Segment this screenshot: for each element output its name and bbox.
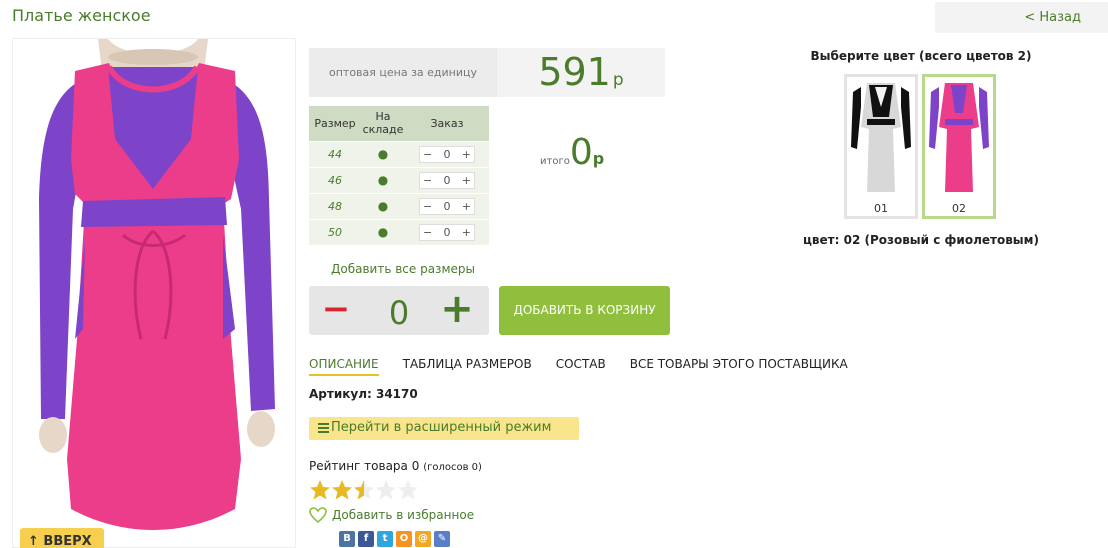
add-to-favorites[interactable]: Добавить в избранное — [309, 507, 474, 523]
tab-supplier-products[interactable]: ВСЕ ТОВАРЫ ЭТОГО ПОСТАВЩИКА — [630, 357, 848, 376]
color-swatches: 01 02 — [844, 74, 996, 219]
color-swatch-02[interactable]: 02 — [922, 74, 996, 219]
minus-icon[interactable]: − — [423, 226, 432, 239]
table-row: 48 ● −0 + — [309, 192, 489, 219]
odnoklassniki-icon[interactable]: О — [396, 531, 412, 547]
in-stock-dot-icon: ● — [361, 166, 405, 193]
swatch-number: 02 — [952, 202, 966, 215]
size-table: Размер На складе Заказ 44 ● −0 + 46 ● −0 +… — [309, 106, 489, 245]
stock-column-header: На складе — [361, 106, 405, 141]
rating-label: Рейтинг товара 0 — [309, 459, 420, 473]
stepper-value[interactable]: 0 — [444, 226, 451, 239]
size-value: 46 — [309, 166, 361, 193]
stepper-value[interactable]: 0 — [444, 148, 451, 161]
dress-image — [39, 39, 275, 530]
swatch-number: 01 — [874, 202, 888, 215]
tab-description[interactable]: ОПИСАНИЕ — [309, 357, 379, 376]
total-value: 0 — [569, 132, 593, 173]
quantity-stepper[interactable]: −0 + — [419, 223, 475, 241]
size-value: 44 — [309, 140, 361, 167]
quantity-stepper[interactable]: −0 + — [419, 197, 475, 215]
total-label: итого — [540, 156, 570, 167]
size-value: 50 — [309, 218, 361, 245]
heart-icon — [309, 507, 327, 523]
stepper-value[interactable]: 0 — [444, 200, 451, 213]
price-number: 591 — [538, 50, 611, 94]
rating: Рейтинг товара 0 (голосов 0) — [309, 459, 482, 473]
rating-votes: (голосов 0) — [423, 462, 482, 473]
tab-size-chart[interactable]: ТАБЛИЦА РАЗМЕРОВ — [403, 357, 532, 376]
plus-icon[interactable]: + — [462, 200, 471, 213]
back-link[interactable]: < Назад — [935, 2, 1108, 33]
quantity-control: − 0 + — [309, 286, 489, 335]
quantity-stepper[interactable]: −0 + — [419, 171, 475, 189]
table-row: 44 ● −0 + — [309, 140, 489, 167]
minus-icon[interactable]: − — [423, 148, 432, 161]
star-icon — [398, 480, 418, 500]
size-column-header: Размер — [309, 106, 361, 141]
scroll-top-button[interactable]: ↑ ВВЕРХ — [20, 528, 104, 548]
star-icon — [376, 480, 396, 500]
sku: Артикул: 34170 — [309, 387, 418, 401]
color-picker-title: Выберите цвет (всего цветов 2) — [810, 49, 1032, 63]
add-all-sizes-link[interactable]: Добавить все размеры — [331, 262, 475, 276]
price-box: оптовая цена за единицу 591 р — [309, 48, 665, 97]
plus-icon[interactable]: + — [462, 226, 471, 239]
qty-minus-button[interactable]: − — [321, 292, 351, 328]
price-value: 591 р — [497, 48, 665, 97]
star-icon — [332, 480, 352, 500]
facebook-icon[interactable]: f — [358, 531, 374, 547]
qty-plus-button[interactable]: + — [439, 289, 475, 330]
table-row: 46 ● −0 + — [309, 166, 489, 193]
plus-icon[interactable]: + — [462, 148, 471, 161]
table-row: 50 ● −0 + — [309, 218, 489, 245]
star-icons[interactable] — [309, 479, 421, 501]
page-title: Платье женское — [12, 6, 151, 25]
minus-icon[interactable]: − — [423, 174, 432, 187]
dress-thumbnail — [929, 83, 989, 192]
plus-icon[interactable]: + — [462, 174, 471, 187]
selected-color-label: цвет: 02 (Розовый с фиолетовым) — [803, 233, 1039, 247]
dress-thumbnail — [851, 83, 911, 192]
tab-composition[interactable]: СОСТАВ — [556, 357, 606, 376]
mailru-icon[interactable]: @ — [415, 531, 431, 547]
social-share: В f t О @ ✎ — [339, 531, 450, 547]
product-photo[interactable] — [12, 38, 296, 548]
color-swatch-01[interactable]: 01 — [844, 74, 918, 219]
livejournal-icon[interactable]: ✎ — [434, 531, 450, 547]
in-stock-dot-icon: ● — [361, 140, 405, 167]
rating-stars[interactable] — [309, 479, 421, 501]
product-tabs: ОПИСАНИЕ ТАБЛИЦА РАЗМЕРОВ СОСТАВ ВСЕ ТОВ… — [309, 357, 848, 376]
total-currency: р — [592, 149, 605, 168]
price-currency: р — [612, 70, 624, 90]
minus-icon[interactable]: − — [423, 200, 432, 213]
star-icon — [354, 480, 374, 500]
star-icon — [310, 480, 330, 500]
extended-mode-label: Перейти в расширенный режим — [331, 420, 552, 435]
list-icon — [318, 423, 329, 433]
twitter-icon[interactable]: t — [377, 531, 393, 547]
favorites-label: Добавить в избранное — [332, 508, 475, 522]
order-column-header: Заказ — [405, 106, 489, 141]
vk-icon[interactable]: В — [339, 531, 355, 547]
size-value: 48 — [309, 192, 361, 219]
add-to-cart-button[interactable]: ДОБАВИТЬ В КОРЗИНУ — [499, 286, 670, 335]
qty-value[interactable]: 0 — [379, 294, 419, 332]
stepper-value[interactable]: 0 — [444, 174, 451, 187]
in-stock-dot-icon: ● — [361, 218, 405, 245]
in-stock-dot-icon: ● — [361, 192, 405, 219]
extended-mode-button[interactable]: Перейти в расширенный режим — [309, 417, 579, 440]
price-label: оптовая цена за единицу — [309, 48, 497, 97]
total: итого0р — [540, 132, 604, 173]
quantity-stepper[interactable]: −0 + — [419, 145, 475, 163]
